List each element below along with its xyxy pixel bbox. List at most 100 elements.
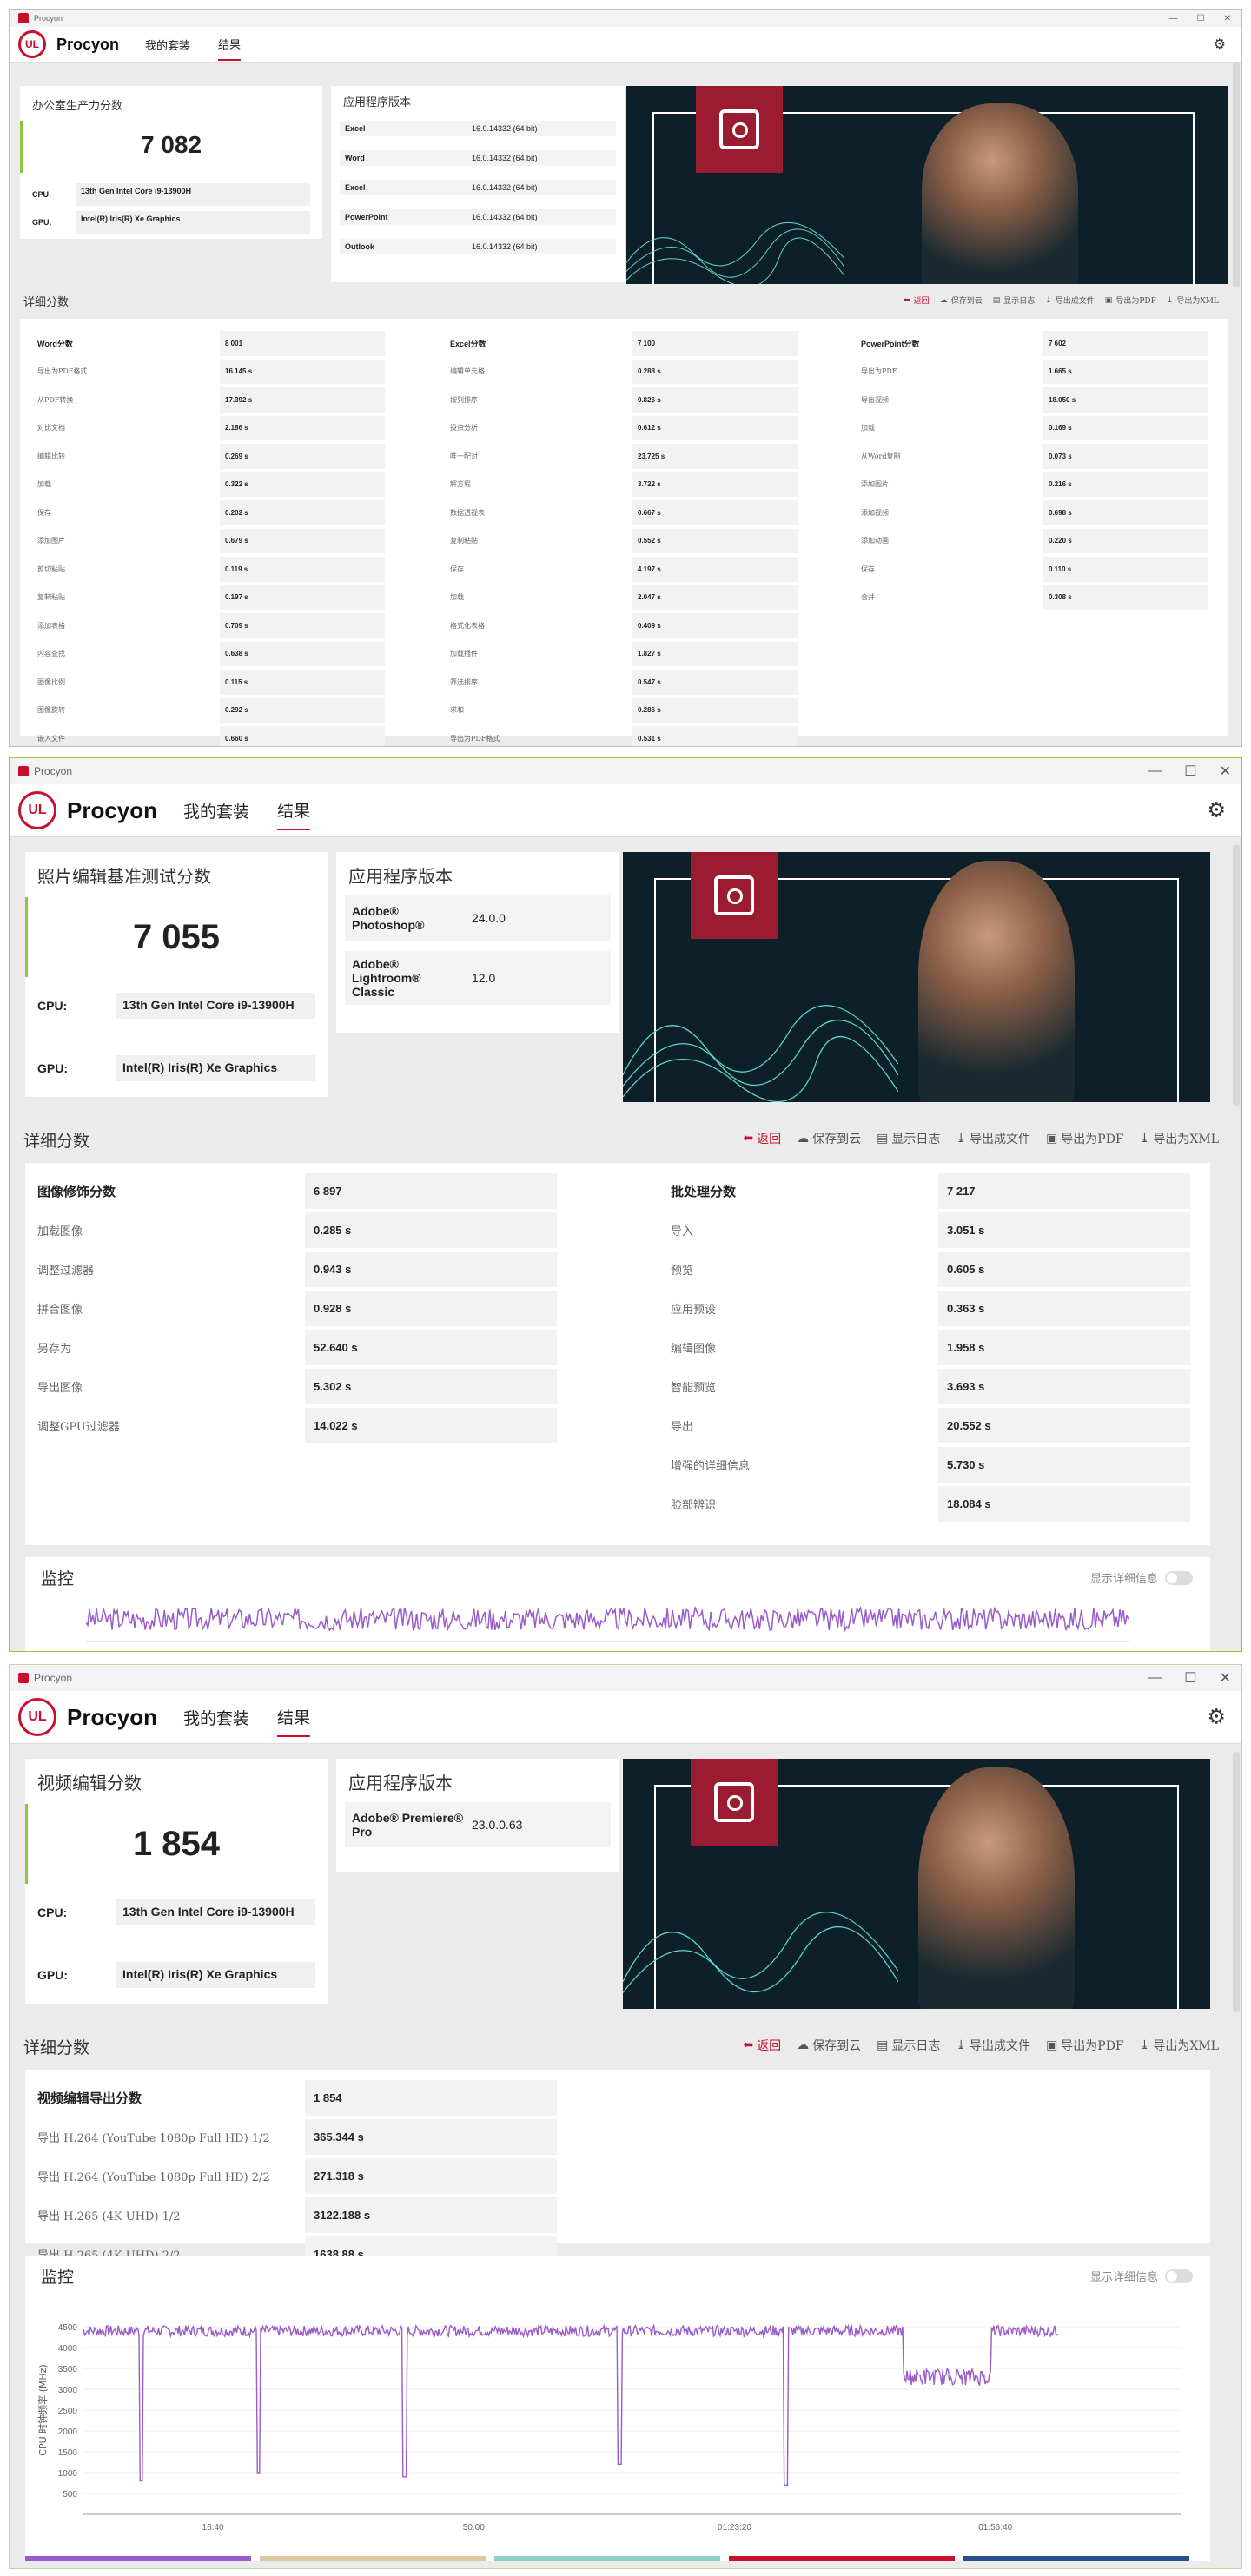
office-badge-icon [696,86,783,173]
procyon-window-office: Procyon — ☐ ✕ UL Procyon 我的套装 结果 ⚙ 办公室生产力分… [9,9,1242,747]
log-icon: ▤ [877,1132,889,1146]
save-cloud-button[interactable]: ☁ 保存到云 [797,2037,861,2054]
wave-graphic [623,1911,898,1993]
category-score-value: 1 854 [305,2080,557,2116]
maximize-icon[interactable]: ☐ [1184,1669,1196,1687]
show-details-toggle[interactable]: 显示详细信息 [1090,1569,1193,1586]
show-log-button[interactable]: ▤ 显示日志 [877,1130,940,1147]
test-label: 增强的详细信息 [671,1447,750,1483]
save-cloud-button[interactable]: ☁ 保存到云 [797,1130,861,1147]
gear-icon[interactable]: ⚙ [1214,36,1226,53]
tab-my-suites[interactable]: 我的套装 [183,792,249,829]
export-pdf-button[interactable]: ▣ 导出为PDF [1046,2037,1124,2054]
test-name: 加载图像 [37,1225,83,1238]
export-pdf-button[interactable]: ▣ 导出为PDF [1046,1130,1124,1147]
maximize-icon[interactable]: ☐ [1184,763,1196,780]
gpu-value: Intel(R) Iris(R) Xe Graphics [116,1055,315,1081]
hero-image [623,1759,1210,2009]
ul-logo-icon: UL [18,30,46,58]
wave-graphic [623,1004,898,1102]
download-icon: ⤓ [956,2038,967,2052]
close-icon[interactable]: ✕ [1220,1669,1231,1687]
back-arrow-icon: ⬅ [904,295,910,305]
test-label: 图像旋转 [37,698,65,723]
test-time-value: 0.409 s [632,613,798,638]
test-label: 嵌入文件 [37,726,65,746]
toggle-label: 显示详细信息 [1089,2271,1158,2284]
gear-icon[interactable]: ⚙ [1207,798,1226,823]
download-icon: ⤓ [1045,295,1052,305]
save-cloud-button[interactable]: ☁ 保存到云 [940,294,983,307]
back-label: 返回 [757,1133,782,1146]
tab-results[interactable]: 结果 [277,791,311,830]
gear-icon[interactable]: ⚙ [1207,1705,1226,1730]
version-value: 12.0 [472,971,496,985]
scrollbar[interactable] [1233,1752,1240,2012]
y-tick-label: 2000 [58,2427,78,2437]
test-label: 智能预览 [671,1369,716,1404]
back-button[interactable]: ⬅ 返回 [743,2037,781,2054]
export-pdf-button[interactable]: ▣ 导出为PDF [1105,294,1156,307]
ul-logo-icon: UL [18,1698,56,1736]
export-xml-button[interactable]: ⤓ 导出为XML [1140,1130,1219,1147]
test-time-value: 0.363 s [938,1291,1190,1326]
download-icon: ⤓ [1139,2038,1150,2052]
score-title: 照片编辑基准测试分数 [37,866,211,887]
close-icon[interactable]: ✕ [1220,763,1231,780]
export-file-button[interactable]: ⤓ 导出成文件 [956,2037,1030,2054]
test-time-value: 271.318 s [305,2158,557,2194]
save-icon: ▣ [1046,2038,1058,2052]
test-label: 导出为PDF [861,360,897,385]
x-tick-label: 01:56:40 [978,2523,1012,2533]
tab-my-suites[interactable]: 我的套装 [183,1699,249,1736]
test-label: 导出 H.264 (YouTube 1080p Full HD) 2/2 [37,2158,270,2194]
save-cloud-label: 保存到云 [812,2039,862,2053]
export-xml-button[interactable]: ⤓ 导出为XML [1140,2037,1219,2054]
y-tick-label: 3500 [58,2365,78,2375]
back-arrow-icon: ⬅ [743,2038,754,2052]
cpu-label: CPU: [32,190,51,199]
scrollbar[interactable] [1233,845,1240,1106]
minimize-icon[interactable]: — [1148,763,1162,779]
maximize-icon[interactable]: ☐ [1197,14,1205,23]
versions-card: 应用程序版本 Adobe® Photoshop® 24.0.0 Adobe® Li… [336,852,619,1033]
test-name: 保存 [450,565,464,573]
minimize-icon[interactable]: — [1148,1670,1162,1686]
test-name: 导出 H.264 (YouTube 1080p Full HD) 1/2 [37,2132,270,2145]
minimize-icon[interactable]: — [1169,14,1178,23]
versions-card: 应用程序版本 Adobe® Premiere® Pro 23.0.0.63 [336,1759,619,1872]
back-button[interactable]: ⬅ 返回 [743,1130,781,1147]
download-icon: ⤓ [1166,295,1174,305]
test-time-value: 0.709 s [220,613,385,638]
app-header: UL Procyon 我的套装 结果 ⚙ [10,1691,1241,1744]
show-log-button[interactable]: ▤ 显示日志 [877,2037,940,2054]
scrollbar[interactable] [1233,62,1240,287]
test-time-value: 0.612 s [632,415,798,440]
results-toolbar: ⬅ 返回 ☁ 保存到云 ▤ 显示日志 ⤓ 导出成文件 ▣ 导出为PDF ⤓ 导出为XML [904,294,1219,307]
tab-results[interactable]: 结果 [218,29,242,61]
test-time-value: 5.730 s [938,1447,1190,1483]
export-xml-button[interactable]: ⤓ 导出为XML [1166,294,1219,307]
show-log-button[interactable]: ▤ 显示日志 [993,294,1036,307]
export-file-button[interactable]: ⤓ 导出成文件 [1045,294,1095,307]
test-name: 求和 [450,706,464,715]
show-details-toggle[interactable]: 显示详细信息 [1090,2268,1193,2284]
export-file-button[interactable]: ⤓ 导出成文件 [956,1130,1030,1147]
version-app: PowerPoint [345,213,388,221]
brand-name: Procyon [67,1703,158,1730]
tab-results[interactable]: 结果 [277,1698,311,1737]
toggle-switch-icon [1165,2269,1193,2283]
photo-badge-icon [691,852,778,939]
test-time-value: 0.943 s [305,1252,557,1287]
test-time-value: 0.308 s [1043,585,1208,610]
test-time-value: 0.667 s [632,500,798,525]
tab-my-suites[interactable]: 我的套装 [145,30,190,60]
test-time-value: 3122.188 s [305,2197,557,2233]
timeline-segment [25,2556,251,2561]
test-time-value: 0.202 s [220,500,385,525]
close-icon[interactable]: ✕ [1224,14,1231,23]
test-label: 从Word复制 [861,444,900,469]
back-button[interactable]: ⬅ 返回 [904,294,930,307]
test-name: 编辑图像 [671,1343,717,1356]
test-time-value: 3.722 s [632,472,798,497]
